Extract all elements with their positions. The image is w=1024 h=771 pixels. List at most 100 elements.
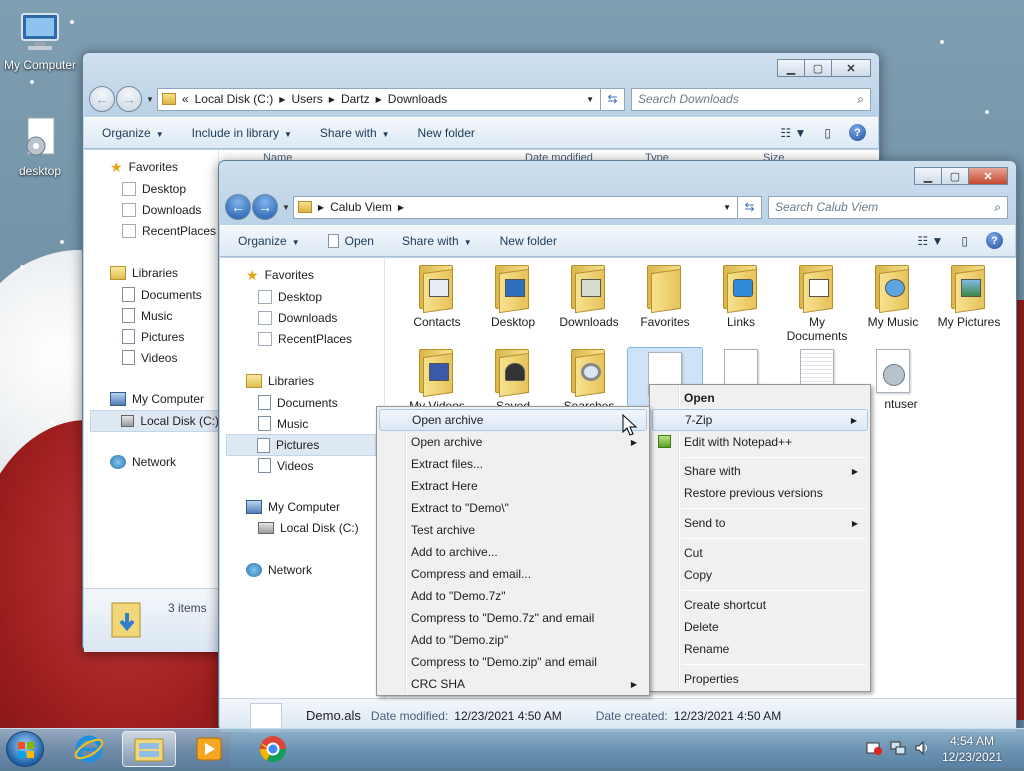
folder-item-saved-games[interactable]: Saved: [475, 349, 551, 413]
nav-favorites[interactable]: ★ Favorites: [246, 268, 314, 282]
sevenzip-crc-sha[interactable]: CRC SHA ▶: [379, 673, 647, 695]
forward-button[interactable]: →: [252, 194, 278, 220]
sevenzip-open-archive[interactable]: Open archive: [379, 409, 647, 431]
organize-button[interactable]: Organize ▼: [102, 126, 164, 140]
sevenzip-open-archive-submenu[interactable]: Open archive ▶: [379, 431, 647, 453]
nav-videos[interactable]: Videos: [258, 458, 313, 473]
organize-button[interactable]: Organize ▼: [238, 234, 300, 248]
nav-recent-places[interactable]: RecentPlaces: [258, 332, 352, 346]
taskbar-chrome[interactable]: [246, 731, 300, 767]
address-bar[interactable]: « Local Disk (C:) ▶ Users ▶ Dartz ▶ Down…: [156, 87, 601, 111]
menu-item-create-shortcut[interactable]: Create shortcut: [652, 594, 868, 616]
menu-item-send-to[interactable]: Send to ▶: [652, 512, 868, 534]
nav-videos[interactable]: Videos: [122, 350, 177, 365]
nav-pictures[interactable]: Pictures: [226, 434, 376, 456]
maximize-button[interactable]: ▢: [941, 167, 969, 185]
nav-pictures[interactable]: Pictures: [122, 329, 184, 344]
refresh-button[interactable]: ⇆: [601, 87, 625, 111]
help-icon[interactable]: ?: [986, 232, 1003, 249]
breadcrumb-dartz[interactable]: Dartz: [341, 92, 370, 106]
breadcrumb-downloads[interactable]: Downloads: [388, 92, 447, 106]
taskbar-internet-explorer[interactable]: [62, 731, 116, 767]
preview-pane-icon[interactable]: ▯: [961, 234, 968, 248]
sevenzip-extract-to-folder[interactable]: Extract to "Demo\": [379, 497, 647, 519]
sevenzip-compress-zip-email[interactable]: Compress to "Demo.zip" and email: [379, 651, 647, 673]
search-icon[interactable]: ⌕: [994, 200, 1001, 215]
nav-my-computer[interactable]: My Computer: [246, 500, 340, 514]
folder-item-my-pictures[interactable]: My Pictures: [931, 265, 1007, 329]
open-button[interactable]: Open: [327, 234, 374, 248]
nav-desktop[interactable]: Desktop: [258, 290, 322, 304]
nav-downloads[interactable]: Downloads: [122, 203, 201, 217]
desktop-icon-desktop[interactable]: desktop: [0, 116, 80, 178]
address-dropdown-icon[interactable]: ▼: [586, 95, 594, 104]
nav-recent-places[interactable]: RecentPlaces: [122, 224, 216, 238]
sevenzip-compress-and-email[interactable]: Compress and email...: [379, 563, 647, 585]
breadcrumb-users[interactable]: Users: [291, 92, 322, 106]
maximize-button[interactable]: ▢: [804, 59, 832, 77]
sevenzip-extract-files[interactable]: Extract files...: [379, 453, 647, 475]
network-status-icon[interactable]: [890, 741, 906, 755]
taskbar-windows-explorer[interactable]: [122, 731, 176, 767]
menu-item-cut[interactable]: Cut: [652, 542, 868, 564]
change-view-icon[interactable]: ☷ ▼: [917, 234, 943, 248]
clock[interactable]: 4:54 AM 12/23/2021: [942, 733, 1002, 765]
menu-item-properties[interactable]: Properties: [652, 668, 868, 690]
back-button[interactable]: ←: [89, 86, 115, 112]
sevenzip-add-to-zip[interactable]: Add to "Demo.zip": [379, 629, 647, 651]
address-dropdown-icon[interactable]: ▼: [723, 203, 731, 212]
breadcrumb-local-disk[interactable]: Local Disk (C:): [195, 92, 274, 106]
nav-my-computer[interactable]: My Computer: [110, 392, 204, 406]
nav-libraries[interactable]: Libraries: [110, 266, 178, 280]
address-bar[interactable]: ▶ Calub Viem ▶ ▼: [292, 195, 738, 219]
menu-item-rename[interactable]: Rename: [652, 638, 868, 660]
change-view-icon[interactable]: ☷ ▼: [780, 126, 806, 140]
folder-item-my-videos[interactable]: My Videos: [399, 349, 475, 413]
menu-item-share-with[interactable]: Share with ▶: [652, 460, 868, 482]
menu-item-edit-notepad[interactable]: Edit with Notepad++: [652, 431, 868, 453]
taskbar-media-player[interactable]: [182, 731, 236, 767]
nav-local-disk[interactable]: Local Disk (C:): [90, 410, 220, 432]
recent-pages-dropdown[interactable]: ▼: [146, 95, 154, 104]
menu-item-open[interactable]: Open: [652, 387, 868, 409]
nav-documents[interactable]: Documents: [258, 395, 338, 410]
sevenzip-test-archive[interactable]: Test archive: [379, 519, 647, 541]
preview-pane-icon[interactable]: ▯: [824, 126, 831, 140]
folder-item-links[interactable]: Links: [703, 265, 779, 329]
share-with-button[interactable]: Share with ▼: [402, 234, 472, 248]
desktop-icon-my-computer[interactable]: My Computer: [0, 10, 80, 72]
recent-pages-dropdown[interactable]: ▼: [282, 203, 290, 212]
nav-favorites[interactable]: ★ Favorites: [110, 160, 178, 174]
nav-desktop[interactable]: Desktop: [122, 182, 186, 196]
chevron-right-icon[interactable]: ▶: [329, 95, 335, 104]
sevenzip-compress-7z-email[interactable]: Compress to "Demo.7z" and email: [379, 607, 647, 629]
folder-item-searches[interactable]: Searches: [551, 349, 627, 413]
sevenzip-add-to-archive[interactable]: Add to archive...: [379, 541, 647, 563]
minimize-button[interactable]: ▁: [914, 167, 942, 185]
folder-item-contacts[interactable]: Contacts: [399, 265, 475, 329]
menu-item-delete[interactable]: Delete: [652, 616, 868, 638]
new-folder-button[interactable]: New folder: [500, 234, 557, 248]
close-button[interactable]: ✕: [831, 59, 871, 77]
forward-button[interactable]: →: [116, 86, 142, 112]
back-button[interactable]: ←: [225, 194, 251, 220]
sevenzip-add-to-7z[interactable]: Add to "Demo.7z": [379, 585, 647, 607]
refresh-button[interactable]: ⇆: [738, 195, 762, 219]
close-button[interactable]: ✕: [968, 167, 1008, 185]
help-icon[interactable]: ?: [849, 124, 866, 141]
nav-network[interactable]: Network: [246, 563, 312, 577]
new-folder-button[interactable]: New folder: [418, 126, 475, 140]
search-icon[interactable]: ⌕: [857, 92, 864, 107]
folder-item-downloads[interactable]: Downloads: [551, 265, 627, 329]
chevron-right-icon[interactable]: ▶: [318, 203, 324, 212]
folder-item-favorites[interactable]: Favorites: [627, 265, 703, 329]
volume-icon[interactable]: [914, 740, 930, 756]
breadcrumb-overflow[interactable]: «: [182, 92, 189, 106]
nav-local-disk[interactable]: Local Disk (C:): [258, 521, 359, 535]
nav-music[interactable]: Music: [258, 416, 308, 431]
search-box[interactable]: Search Downloads ⌕: [631, 87, 871, 111]
folder-item-desktop[interactable]: Desktop: [475, 265, 551, 329]
search-box[interactable]: Search Calub Viem ⌕: [768, 195, 1008, 219]
nav-documents[interactable]: Documents: [122, 287, 202, 302]
sevenzip-extract-here[interactable]: Extract Here: [379, 475, 647, 497]
